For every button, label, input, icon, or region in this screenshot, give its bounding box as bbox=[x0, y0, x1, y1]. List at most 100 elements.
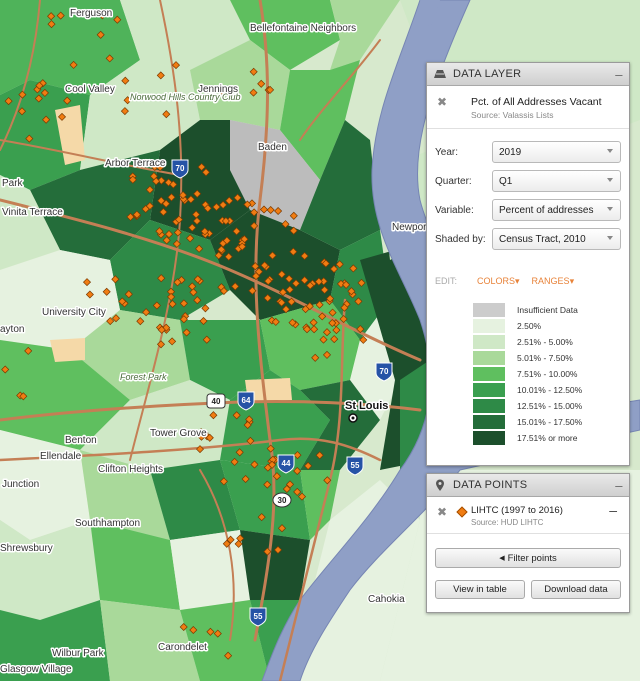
download-data-button[interactable]: Download data bbox=[531, 580, 621, 599]
filter-points-button[interactable]: ◀ Filter points bbox=[435, 548, 621, 568]
shield-i70-a: 70 bbox=[176, 164, 185, 173]
layer-info: ✖ Pct. of All Addresses Vacant Source: V… bbox=[427, 86, 629, 129]
label-ferguson: Ferguson bbox=[70, 8, 112, 19]
legend-label: 5.01% - 7.50% bbox=[517, 353, 573, 363]
legend-row: 2.51% - 5.00% bbox=[473, 334, 629, 350]
layer-source: Source: Valassis Lists bbox=[471, 110, 554, 120]
legend-swatch bbox=[473, 335, 505, 349]
map-pin-icon bbox=[427, 479, 453, 492]
label-southhampton: Southhampton bbox=[75, 518, 140, 529]
shaded-by-label: Shaded by: bbox=[435, 233, 486, 245]
caret-left-icon: ◀ bbox=[499, 555, 505, 562]
remove-points-icon[interactable]: ✖ bbox=[437, 505, 447, 519]
variable-label: Variable: bbox=[435, 204, 474, 216]
label-university-city: University City bbox=[42, 307, 106, 318]
legend-row: 12.51% - 15.00% bbox=[473, 398, 629, 414]
shield-i44: 44 bbox=[282, 459, 291, 468]
label-carondelet: Carondelet bbox=[158, 642, 207, 653]
chevron-down-icon bbox=[607, 178, 613, 182]
legend-label: 12.51% - 15.00% bbox=[517, 401, 583, 411]
label-cahokia: Cahokia bbox=[368, 594, 405, 605]
layer-name: Pct. of All Addresses Vacant bbox=[471, 96, 602, 108]
legend-label: 10.01% - 12.50% bbox=[517, 385, 583, 395]
colors-link[interactable]: COLORS▾ bbox=[477, 276, 520, 287]
edit-label: EDIT: bbox=[435, 276, 458, 286]
shield-i55-b: 55 bbox=[254, 612, 263, 621]
label-baden: Baden bbox=[258, 142, 287, 153]
point-layer-info: ✖ LIHTC (1997 to 2016) Source: HUD LIHTC… bbox=[427, 497, 629, 534]
legend-row: 7.51% - 10.00% bbox=[473, 366, 629, 382]
legend-label: 2.51% - 5.00% bbox=[517, 337, 573, 347]
remove-layer-icon[interactable]: ✖ bbox=[437, 95, 447, 109]
minimize-data-layer-button[interactable]: – bbox=[609, 67, 629, 82]
label-benton: Benton bbox=[65, 435, 97, 446]
quarter-select[interactable]: Q1 bbox=[492, 170, 621, 192]
data-points-header: DATA POINTS – bbox=[427, 474, 629, 497]
diamond-marker-icon bbox=[456, 506, 468, 518]
shield-i70-b: 70 bbox=[380, 367, 389, 376]
year-label: Year: bbox=[435, 146, 458, 158]
ranges-link[interactable]: RANGES▾ bbox=[532, 276, 575, 287]
legend-label: 2.50% bbox=[517, 321, 542, 331]
collapse-points-button[interactable]: – bbox=[609, 502, 617, 518]
chevron-down-icon bbox=[607, 149, 613, 153]
label-st-louis: St Louis bbox=[345, 400, 388, 412]
legend-swatch bbox=[473, 319, 505, 333]
legend-label: 7.51% - 10.00% bbox=[517, 369, 578, 379]
st-louis-city-marker bbox=[348, 413, 358, 423]
legend-swatch bbox=[473, 303, 505, 317]
label-newport: Newport bbox=[392, 222, 429, 233]
label-bellefontaine: Bellefontaine Neighbors bbox=[250, 23, 356, 34]
label-shrewsbury: Shrewsbury bbox=[0, 543, 53, 554]
legend-swatch bbox=[473, 367, 505, 381]
view-in-table-button[interactable]: View in table bbox=[435, 580, 525, 599]
legend-row: 10.01% - 12.50% bbox=[473, 382, 629, 398]
label-ayton: ayton bbox=[0, 324, 24, 335]
label-junction: Junction bbox=[2, 479, 39, 490]
legend-label: 17.51% or more bbox=[517, 433, 578, 443]
chevron-down-icon bbox=[607, 207, 613, 211]
year-select[interactable]: 2019 bbox=[492, 141, 621, 163]
data-layer-header: DATA LAYER – bbox=[427, 63, 629, 86]
label-vinita-terrace: Vinita Terrace bbox=[2, 207, 63, 218]
legend-row: Insufficient Data bbox=[473, 302, 629, 318]
point-layer-source: Source: HUD LIHTC bbox=[471, 518, 544, 527]
label-ellendale: Ellendale bbox=[40, 451, 82, 462]
legend-swatch bbox=[473, 415, 505, 429]
legend-swatch bbox=[473, 431, 505, 445]
variable-select[interactable]: Percent of addresses bbox=[492, 199, 621, 221]
minimize-data-points-button[interactable]: – bbox=[609, 478, 629, 493]
legend-row: 17.51% or more bbox=[473, 430, 629, 446]
legend-swatch bbox=[473, 351, 505, 365]
label-arbor-terrace: Arbor Terrace bbox=[105, 158, 166, 169]
legend-label: Insufficient Data bbox=[517, 305, 578, 315]
legend-swatch bbox=[473, 399, 505, 413]
legend-label: 15.01% - 17.50% bbox=[517, 417, 583, 427]
legend-row: 5.01% - 7.50% bbox=[473, 350, 629, 366]
shield-mo30: 30 bbox=[278, 496, 287, 505]
chevron-down-icon bbox=[607, 236, 613, 240]
label-forest-park: Forest Park bbox=[120, 372, 167, 382]
data-points-title: DATA POINTS bbox=[453, 479, 528, 491]
label-clifton-heights: Clifton Heights bbox=[98, 464, 163, 475]
shield-i55-a: 55 bbox=[351, 461, 360, 470]
layers-icon bbox=[427, 68, 453, 80]
label-cool-valley: Cool Valley bbox=[65, 84, 115, 95]
label-park: Park bbox=[2, 178, 24, 189]
label-glasgow-village: Glasgow Village bbox=[0, 664, 72, 675]
data-layer-panel: DATA LAYER – ✖ Pct. of All Addresses Vac… bbox=[426, 62, 630, 466]
shield-us40: 40 bbox=[212, 397, 221, 406]
quarter-label: Quarter: bbox=[435, 175, 472, 187]
legend: Insufficient Data 2.50% 2.51% - 5.00% 5.01%… bbox=[473, 302, 629, 446]
label-tower-grove: Tower Grove bbox=[150, 428, 207, 439]
legend-row: 15.01% - 17.50% bbox=[473, 414, 629, 430]
label-jennings: Jennings bbox=[198, 84, 238, 95]
legend-row: 2.50% bbox=[473, 318, 629, 334]
point-layer-name: LIHTC (1997 to 2016) bbox=[471, 505, 563, 516]
shield-i64: 64 bbox=[242, 396, 251, 405]
legend-swatch bbox=[473, 383, 505, 397]
data-layer-title: DATA LAYER bbox=[453, 68, 522, 80]
shaded-by-select[interactable]: Census Tract, 2010 bbox=[492, 228, 621, 250]
data-points-panel: DATA POINTS – ✖ LIHTC (1997 to 2016) Sou… bbox=[426, 473, 630, 613]
label-wilbur-park: Wilbur Park bbox=[52, 648, 105, 659]
